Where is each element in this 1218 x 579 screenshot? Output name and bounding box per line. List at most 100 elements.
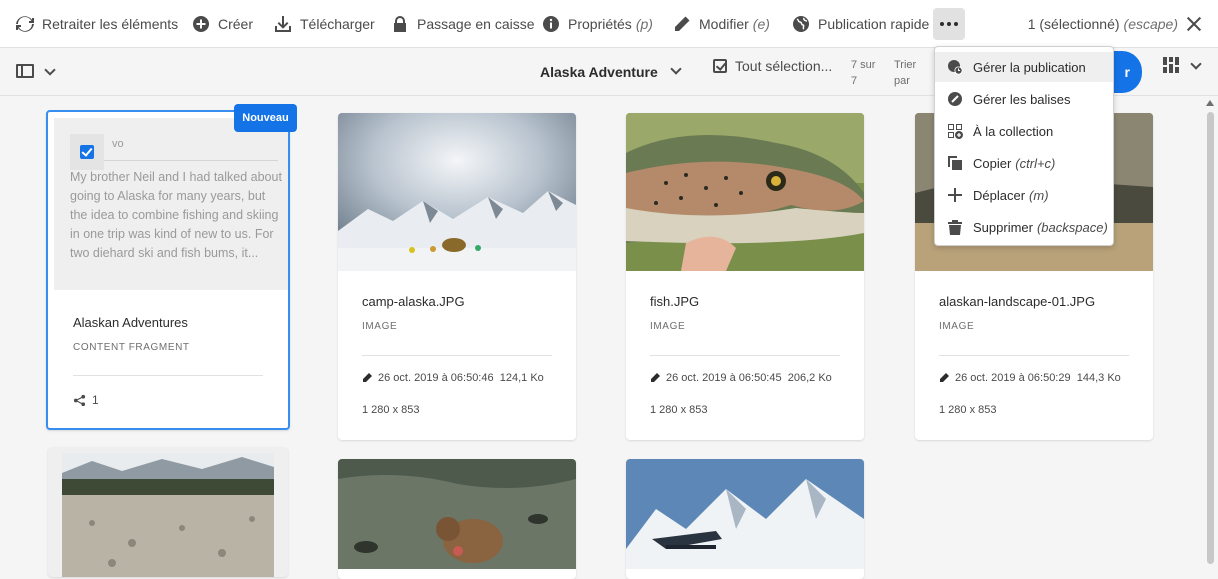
new-badge: Nouveau <box>234 104 297 132</box>
collection-add-icon <box>948 124 963 139</box>
scroll-up-icon[interactable] <box>1206 100 1214 106</box>
select-all-checkbox[interactable]: Tout sélection... <box>713 48 832 84</box>
asset-card[interactable]: fish.JPG IMAGE 26 oct. 2019 à 06:50:45 2… <box>626 113 864 440</box>
properties-button[interactable]: Propriétés (p) <box>542 0 653 48</box>
asset-meta: 26 oct. 2019 à 06:50:46 124,1 Ko <box>362 372 544 384</box>
divider <box>362 355 552 356</box>
lock-icon <box>394 16 406 32</box>
asset-dimensions: 1 280 x 853 <box>362 404 420 416</box>
move-icon <box>948 188 962 202</box>
asset-card[interactable]: camp-alaska.JPG IMAGE 26 oct. 2019 à 06:… <box>338 113 576 440</box>
create-label: Créer <box>218 16 254 32</box>
properties-shortcut: (p) <box>635 16 653 32</box>
more-dot-icon <box>954 22 958 26</box>
sort-button[interactable]: Trier par <box>894 57 922 89</box>
scroll-thumb[interactable] <box>1207 112 1214 564</box>
escape-hint: (escape) <box>1123 16 1178 32</box>
more-actions-menu: Gérer la publication Gérer les balises À… <box>934 46 1114 246</box>
asset-type: IMAGE <box>939 321 975 332</box>
more-dot-icon <box>940 22 944 26</box>
asset-card[interactable] <box>48 447 288 577</box>
menu-item-label: Gérer la publication <box>973 59 1086 75</box>
checkout-label: Passage en caisse <box>417 16 535 32</box>
river-bank-photo <box>62 453 274 577</box>
pencil-icon <box>675 16 690 31</box>
menu-item-shortcut: (backspace) <box>1036 219 1108 235</box>
references-count: 1 <box>73 393 99 407</box>
quick-publish-label: Publication rapide <box>818 16 930 32</box>
tag-icon <box>948 92 962 106</box>
divider <box>73 375 263 376</box>
asset-date: 26 oct. 2019 à 06:50:29 <box>955 372 1071 384</box>
card-select-checkbox[interactable] <box>70 134 104 170</box>
asset-type: IMAGE <box>650 321 686 332</box>
menu-item-label: Supprimer <box>973 219 1033 235</box>
menu-item-manage-tags[interactable]: Gérer les balises <box>935 84 1113 114</box>
close-selection-icon[interactable] <box>1184 14 1204 34</box>
properties-label: Propriétés <box>568 16 632 32</box>
fragment-type: CONTENT FRAGMENT <box>73 342 190 353</box>
menu-item-delete[interactable]: Supprimer (backspace) <box>935 212 1113 242</box>
asset-type: IMAGE <box>362 321 398 332</box>
asset-date: 26 oct. 2019 à 06:50:45 <box>666 372 782 384</box>
download-label: Télécharger <box>300 16 375 32</box>
menu-item-label: Déplacer <box>973 187 1026 203</box>
camp-photo <box>338 113 576 271</box>
globe-icon <box>793 16 809 32</box>
menu-item-add-to-collection[interactable]: À la collection <box>935 116 1113 146</box>
quick-publish-button[interactable]: Publication rapide <box>792 0 929 48</box>
edit-button[interactable]: Modifier (e) <box>673 0 770 48</box>
more-actions-button[interactable] <box>933 8 965 40</box>
create-primary-label: r <box>1124 64 1130 80</box>
add-circle-icon <box>193 16 209 32</box>
pencil-icon <box>940 373 949 382</box>
select-all-label: Tout sélection... <box>735 58 833 74</box>
menu-item-shortcut: (m) <box>1029 187 1049 203</box>
fragment-excerpt: My brother Neil and I had talked about g… <box>70 170 282 260</box>
divider <box>939 355 1129 356</box>
card-view-icon[interactable] <box>1163 57 1179 73</box>
selected-count: 1 (sélectionné) <box>1027 16 1120 32</box>
share-icon <box>73 394 86 406</box>
pencil-icon <box>651 373 660 382</box>
reprocess-label: Retraiter les éléments <box>42 16 179 32</box>
asset-thumbnail <box>62 453 274 577</box>
bear-photo <box>338 459 576 569</box>
asset-thumbnail <box>626 113 864 271</box>
checkout-button[interactable]: Passage en caisse <box>391 0 535 48</box>
download-icon <box>275 16 291 32</box>
menu-item-copy[interactable]: Copier (ctrl+c) <box>935 148 1113 178</box>
rail-toggle-icon[interactable] <box>16 64 34 78</box>
asset-card[interactable] <box>626 459 864 579</box>
asset-meta: 26 oct. 2019 à 06:50:45 206,2 Ko <box>650 372 832 384</box>
asset-card[interactable] <box>338 459 576 579</box>
publish-clock-icon <box>948 60 963 75</box>
asset-thumbnail <box>338 113 576 271</box>
fragment-ghost-title: vo <box>112 138 124 150</box>
folder-title: Alaska Adventure <box>540 64 658 80</box>
asset-date: 26 oct. 2019 à 06:50:46 <box>378 372 494 384</box>
item-count: 7 sur 7 <box>851 59 876 87</box>
edit-label: Modifier <box>699 16 749 32</box>
asset-size: 144,3 Ko <box>1076 372 1121 384</box>
references-value: 1 <box>92 393 99 407</box>
reprocess-button[interactable]: Retraiter les éléments <box>16 0 178 48</box>
chevron-down-icon <box>670 63 682 75</box>
menu-item-move[interactable]: Déplacer (m) <box>935 180 1113 210</box>
fragment-title: Alaskan Adventures <box>73 315 188 330</box>
edit-shortcut: (e) <box>752 16 770 32</box>
asset-thumbnail <box>626 459 864 569</box>
fish-photo <box>626 113 864 271</box>
menu-item-label: Gérer les balises <box>973 91 1071 107</box>
download-button[interactable]: Télécharger <box>274 0 375 48</box>
create-button[interactable]: Créer <box>192 0 253 48</box>
chevron-down-icon[interactable] <box>44 64 56 76</box>
menu-item-shortcut: (ctrl+c) <box>1015 155 1056 171</box>
fragment-card[interactable]: vo My brother Neil and I had talked abou… <box>46 110 290 430</box>
pencil-icon <box>363 373 372 382</box>
menu-item-label: Copier <box>973 155 1012 171</box>
menu-item-label: À la collection <box>973 123 1054 139</box>
menu-item-manage-publication[interactable]: Gérer la publication <box>935 52 1113 82</box>
scrollbar[interactable] <box>1202 96 1218 564</box>
folder-title-button[interactable]: Alaska Adventure <box>540 48 682 96</box>
